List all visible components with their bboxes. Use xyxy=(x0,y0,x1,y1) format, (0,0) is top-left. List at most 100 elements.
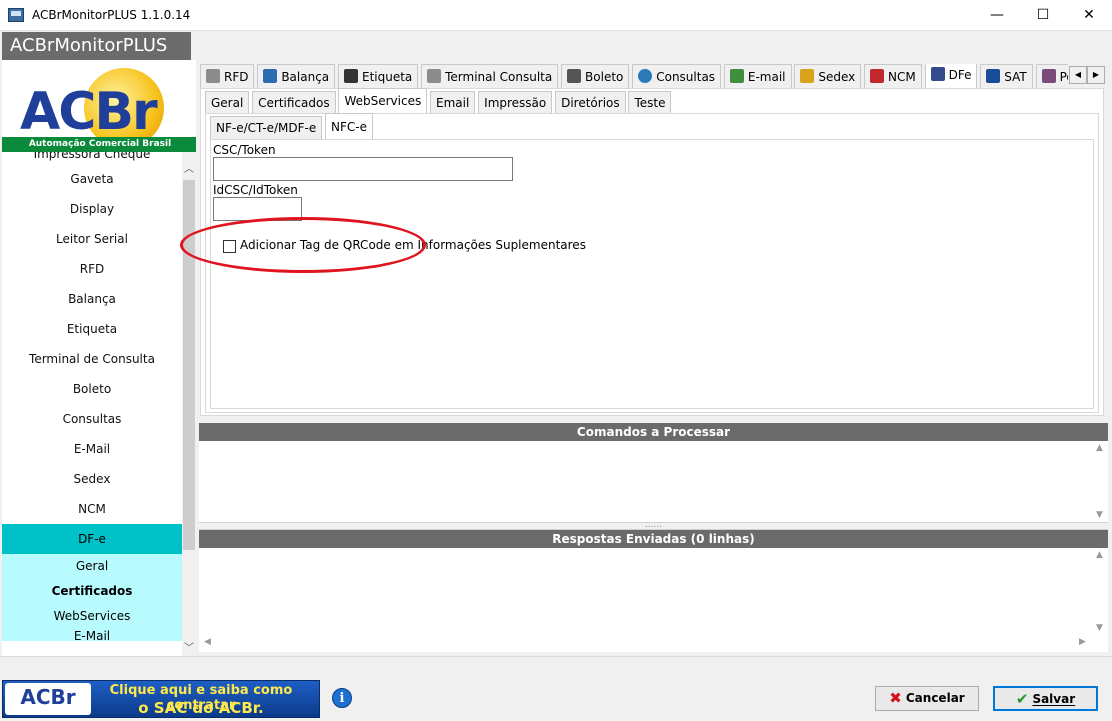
minimize-button[interactable]: — xyxy=(974,0,1020,31)
save-button[interactable]: ✔ Salvar xyxy=(993,686,1098,711)
cancel-button[interactable]: ✖ Cancelar xyxy=(875,686,979,711)
main-tab-strip: RFD Balança Etiqueta Terminal Consulta B… xyxy=(200,64,1068,88)
tab-certificados[interactable]: Certificados xyxy=(252,91,336,113)
tab-label: Sedex xyxy=(818,70,856,84)
boleto-icon xyxy=(567,69,582,83)
rfd-icon xyxy=(206,69,220,83)
webservices-panel: NF-e/CT-e/MDF-e NFC-e CSC/Token IdCSC/Id… xyxy=(205,113,1099,413)
sidebar-item-dfe[interactable]: DF-e xyxy=(2,524,182,554)
sidebar-item-email[interactable]: E-Mail xyxy=(2,434,182,464)
logo-text: ACBr xyxy=(20,82,158,142)
scrollbar-thumb[interactable] xyxy=(183,180,195,550)
acbr-logo: ACBr Automação Comercial Brasil xyxy=(2,60,196,152)
sidebar-item-ncm[interactable]: NCM xyxy=(2,494,182,524)
ncm-icon xyxy=(870,69,885,83)
sidebar-item-terminal-consulta[interactable]: Terminal de Consulta xyxy=(2,344,182,374)
tab-label: Po xyxy=(1059,70,1068,84)
checkmark-icon: ✔ xyxy=(1015,690,1029,708)
commands-header: Comandos a Processar xyxy=(199,423,1108,441)
dfe-tab-strip: Geral Certificados WebServices Email Imp… xyxy=(205,88,672,113)
sidebar-item-gaveta[interactable]: Gaveta xyxy=(2,164,182,194)
sidebar-item-balanca[interactable]: Balança xyxy=(2,284,182,314)
tab-sat[interactable]: SAT xyxy=(980,64,1033,88)
csc-token-input[interactable] xyxy=(213,157,513,181)
sidebar-item-sedex[interactable]: Sedex xyxy=(2,464,182,494)
idcsc-input[interactable] xyxy=(213,197,302,221)
status-bar xyxy=(0,656,1112,678)
tab-consultas[interactable]: Consultas xyxy=(632,64,722,88)
globe-icon xyxy=(638,69,653,83)
sidebar-item-consultas[interactable]: Consultas xyxy=(2,404,182,434)
sidebar-subitem-geral[interactable]: Geral xyxy=(2,554,182,579)
scroll-left-icon[interactable]: ◀ xyxy=(204,637,211,647)
scroll-up-icon[interactable]: ︿ xyxy=(182,160,196,175)
commands-textarea[interactable]: ▲ ▼ xyxy=(199,441,1108,522)
tab-nfe-cte-mdfe[interactable]: NF-e/CT-e/MDF-e xyxy=(210,116,323,139)
tab-webservices[interactable]: WebServices xyxy=(338,88,428,113)
printer-icon xyxy=(1041,69,1056,83)
tab-label: SAT xyxy=(1004,70,1027,84)
scroll-right-icon[interactable]: ▶ xyxy=(1079,637,1086,647)
sidebar-item-boleto[interactable]: Boleto xyxy=(2,374,182,404)
tab-diretorios[interactable]: Diretórios xyxy=(555,91,626,113)
sac-logo: ACBr xyxy=(5,683,91,715)
tab-scroll-left-icon[interactable]: ◀ xyxy=(1069,66,1087,84)
window-title: ACBrMonitorPLUS 1.1.0.14 xyxy=(32,8,191,22)
sidebar-item-impressora-cheque[interactable]: Impressora Cheque xyxy=(2,152,182,164)
sidebar-item-etiqueta[interactable]: Etiqueta xyxy=(2,314,182,344)
responses-header: Respostas Enviadas (0 linhas) xyxy=(199,530,1108,548)
tab-impressao[interactable]: Impressão xyxy=(478,91,553,113)
tab-sedex[interactable]: Sedex xyxy=(794,64,862,88)
sidebar-subitem-certificados[interactable]: Certificados xyxy=(2,579,182,604)
tab-label: Etiqueta xyxy=(361,70,413,84)
scroll-down-icon[interactable]: ▼ xyxy=(1091,623,1108,633)
sidebar-list: Impressora Cheque Gaveta Display Leitor … xyxy=(2,152,182,641)
tab-terminal-consulta[interactable]: Terminal Consulta xyxy=(421,64,559,88)
bottom-bar: ACBr Clique aqui e saiba como contratar … xyxy=(0,678,1112,721)
tab-scroll-right-icon[interactable]: ▶ xyxy=(1087,66,1105,84)
scroll-down-icon[interactable]: ▼ xyxy=(1091,510,1108,520)
app-icon xyxy=(8,8,24,22)
tab-dfe[interactable]: DFe xyxy=(924,64,978,88)
scroll-down-icon[interactable]: ﹀ xyxy=(182,639,196,654)
tab-etiqueta[interactable]: Etiqueta xyxy=(337,64,419,88)
tab-label: Boleto xyxy=(585,70,624,84)
tab-label: E-mail xyxy=(747,70,786,84)
tab-email-dfe[interactable]: Email xyxy=(430,91,476,113)
sat-icon xyxy=(986,69,1001,83)
sidebar-item-rfd[interactable]: RFD xyxy=(2,254,182,284)
scroll-up-icon[interactable]: ▲ xyxy=(1091,550,1108,560)
tab-balanca[interactable]: Balança xyxy=(257,64,336,88)
cancel-x-icon: ✖ xyxy=(889,689,902,707)
sidebar-subitem-webservices[interactable]: WebServices xyxy=(2,604,182,629)
sac-banner[interactable]: ACBr Clique aqui e saiba como contratar … xyxy=(2,680,320,718)
responses-textarea[interactable]: ▲ ▼ ◀ ▶ xyxy=(199,548,1108,652)
sidebar-scrollbar[interactable]: ︿ ﹀ xyxy=(182,152,196,656)
responses-scrollbar[interactable]: ▲ ▼ xyxy=(1091,548,1108,635)
sac-text-line2: o SAC do ACBr. xyxy=(138,699,264,717)
sidebar-subitem-email[interactable]: E-Mail xyxy=(2,629,182,641)
close-button[interactable]: ✕ xyxy=(1066,0,1112,31)
maximize-button[interactable]: ☐ xyxy=(1020,0,1066,31)
responses-hscrollbar[interactable]: ◀ ▶ xyxy=(199,635,1108,652)
sidebar-item-leitor-serial[interactable]: Leitor Serial xyxy=(2,224,182,254)
qrcode-checkbox[interactable] xyxy=(223,240,236,253)
sidebar-item-display[interactable]: Display xyxy=(2,194,182,224)
tab-label: Consultas xyxy=(656,70,716,84)
commands-scrollbar[interactable]: ▲ ▼ xyxy=(1091,441,1108,522)
scroll-up-icon[interactable]: ▲ xyxy=(1091,443,1108,453)
sedex-icon xyxy=(800,69,815,83)
tab-pos-printer[interactable]: Po xyxy=(1035,64,1068,88)
qrcode-checkbox-label[interactable]: Adicionar Tag de QRCode em Informações S… xyxy=(240,238,586,252)
panel-splitter[interactable]: ...... xyxy=(199,521,1108,530)
tab-ncm[interactable]: NCM xyxy=(864,64,922,88)
info-icon[interactable]: i xyxy=(332,688,352,708)
tab-rfd[interactable]: RFD xyxy=(200,64,255,88)
tab-geral[interactable]: Geral xyxy=(205,91,250,113)
tab-nfce[interactable]: NFC-e xyxy=(325,113,374,139)
tab-email[interactable]: E-mail xyxy=(723,64,792,88)
tab-boleto[interactable]: Boleto xyxy=(561,64,630,88)
tab-teste[interactable]: Teste xyxy=(628,91,672,113)
nfce-panel: CSC/Token IdCSC/IdToken Adicionar Tag de… xyxy=(210,139,1094,409)
app-header: ACBrMonitorPLUS xyxy=(2,32,191,60)
